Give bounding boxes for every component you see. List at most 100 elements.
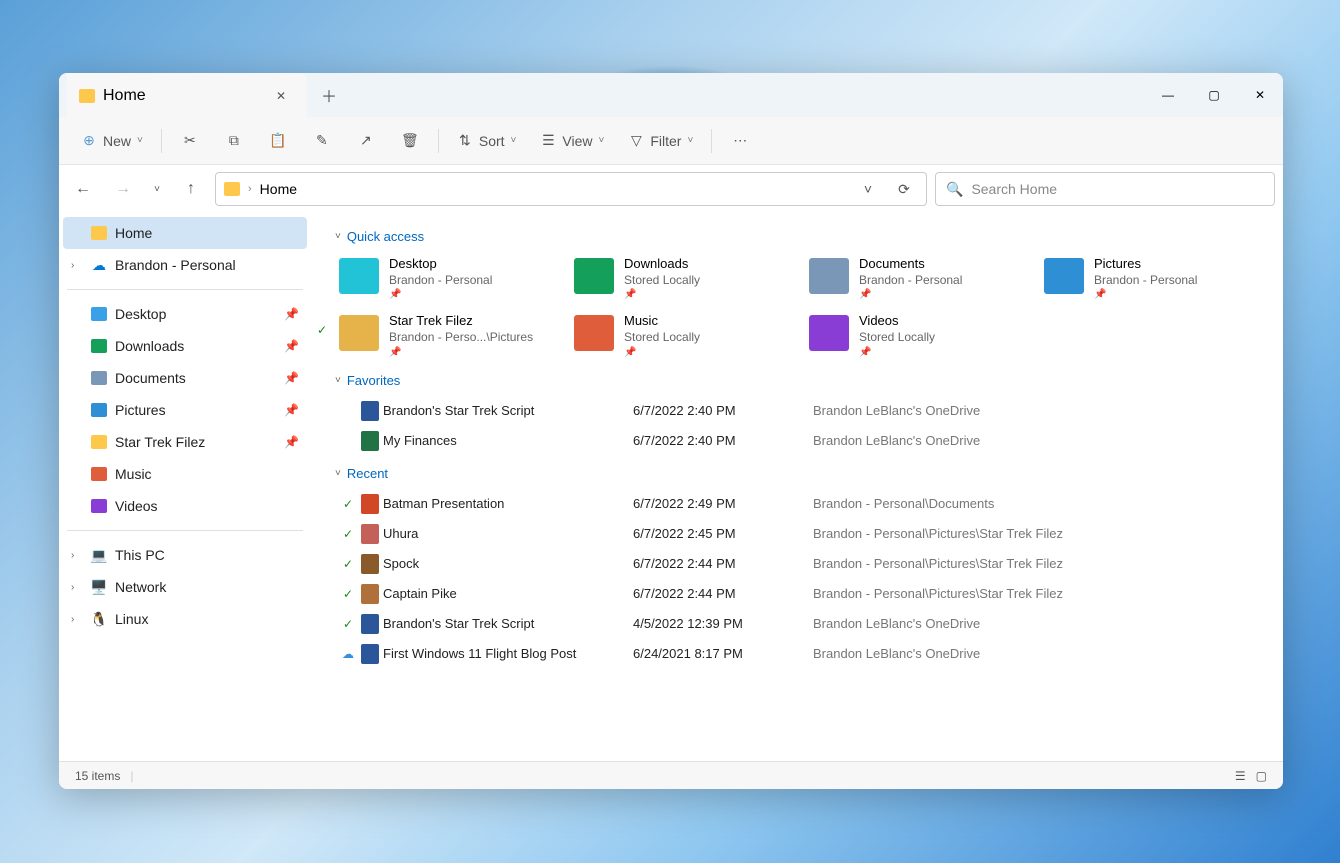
delete-button[interactable]: 🗑 <box>390 123 430 159</box>
section-recent[interactable]: ˅ Recent <box>335 466 1263 481</box>
separator: | <box>130 769 133 783</box>
folder-icon <box>574 258 614 294</box>
share-button[interactable]: ↗ <box>346 123 386 159</box>
sync-status-icon: ✓ <box>335 587 361 601</box>
folder-icon <box>574 315 614 351</box>
view-button[interactable]: ☰ View ˅ <box>530 123 614 159</box>
quick-access-item[interactable]: ✓Star Trek FilezBrandon - Perso...\Pictu… <box>335 309 558 362</box>
item-name: Videos <box>859 313 935 330</box>
file-row[interactable]: My Finances 6/7/2022 2:40 PM Brandon LeB… <box>335 426 1263 456</box>
forward-button[interactable]: → <box>107 173 139 205</box>
sync-status-icon: ✓ <box>335 617 361 631</box>
chevron-right-icon[interactable]: › <box>71 550 74 561</box>
filter-label: Filter <box>650 133 681 149</box>
sidebar-item[interactable]: Music <box>63 458 307 490</box>
folder-icon <box>91 371 107 385</box>
separator <box>438 129 439 153</box>
file-row[interactable]: ☁ First Windows 11 Flight Blog Post 6/24… <box>335 639 1263 669</box>
sort-icon: ⇅ <box>457 133 473 149</box>
back-button[interactable]: ← <box>67 173 99 205</box>
sidebar-item[interactable]: Desktop📌 <box>63 298 307 330</box>
search-box[interactable]: 🔍 Search Home <box>935 172 1275 206</box>
statusbar: 15 items | ☰ ▢ <box>59 761 1283 789</box>
file-type-icon <box>361 401 379 421</box>
sync-status-icon: ✓ <box>335 497 361 511</box>
file-row[interactable]: ✓ Uhura 6/7/2022 2:45 PM Brandon - Perso… <box>335 519 1263 549</box>
chevron-right-icon[interactable]: › <box>71 614 74 625</box>
cut-button[interactable]: ✂ <box>170 123 210 159</box>
section-favorites[interactable]: ˅ Favorites <box>335 373 1263 388</box>
sidebar-item[interactable]: ›🖥️Network <box>63 571 307 603</box>
refresh-button[interactable]: ⟳ <box>890 181 918 198</box>
thumbnails-view-button[interactable]: ▢ <box>1256 769 1267 783</box>
pin-icon: 📌 <box>284 435 299 449</box>
address-bar[interactable]: › Home ˅ ⟳ <box>215 172 927 206</box>
toolbar: ⊕ New ˅ ✂ ⧉ 📋 ✎ ↗ 🗑 ⇅ Sort ˅ ☰ View ˅ ▽ … <box>59 117 1283 165</box>
chevron-right-icon[interactable]: › <box>71 260 74 271</box>
chevron-down-icon: ˅ <box>687 135 693 146</box>
tab-close-button[interactable]: ✕ <box>267 82 295 110</box>
sidebar-home-label: Home <box>115 225 152 241</box>
rename-button[interactable]: ✎ <box>302 123 342 159</box>
quick-access-item[interactable]: DesktopBrandon - Personal📌 <box>335 252 558 305</box>
item-count: 15 items <box>75 769 120 783</box>
address-dropdown[interactable]: ˅ <box>854 181 882 197</box>
sidebar-item[interactable]: Videos <box>63 490 307 522</box>
file-row[interactable]: ✓ Spock 6/7/2022 2:44 PM Brandon - Perso… <box>335 549 1263 579</box>
file-type-icon <box>361 614 379 634</box>
sidebar-item[interactable]: ›💻This PC <box>63 539 307 571</box>
file-type-icon <box>361 524 379 544</box>
breadcrumb-separator: › <box>248 183 252 195</box>
file-row[interactable]: ✓ Captain Pike 6/7/2022 2:44 PM Brandon … <box>335 579 1263 609</box>
breadcrumb-location: Home <box>260 181 297 197</box>
chevron-down-icon: ˅ <box>335 468 341 479</box>
trash-icon: 🗑 <box>402 133 418 149</box>
titlebar: Home ✕ ＋ — ▢ ✕ <box>59 73 1283 117</box>
details-view-button[interactable]: ☰ <box>1235 769 1246 783</box>
section-quick-access[interactable]: ˅ Quick access <box>335 229 1263 244</box>
up-button[interactable]: ↑ <box>175 173 207 205</box>
quick-access-item[interactable]: VideosStored Locally📌 <box>805 309 1028 362</box>
sidebar-item[interactable]: Star Trek Filez📌 <box>63 426 307 458</box>
file-type-icon <box>361 554 379 574</box>
section-recent-label: Recent <box>347 466 388 481</box>
sidebar-home[interactable]: Home <box>63 217 307 249</box>
quick-access-item[interactable]: MusicStored Locally📌 <box>570 309 793 362</box>
sidebar-item[interactable]: Documents📌 <box>63 362 307 394</box>
new-button[interactable]: ⊕ New ˅ <box>71 123 153 159</box>
sidebar-item[interactable]: Downloads📌 <box>63 330 307 362</box>
quick-access-item[interactable]: DocumentsBrandon - Personal📌 <box>805 252 1028 305</box>
copy-button[interactable]: ⧉ <box>214 123 254 159</box>
quick-access-item[interactable]: DownloadsStored Locally📌 <box>570 252 793 305</box>
filter-button[interactable]: ▽ Filter ˅ <box>618 123 703 159</box>
sidebar-onedrive[interactable]: › ☁ Brandon - Personal <box>63 249 307 281</box>
sidebar-item-label: Pictures <box>115 402 166 418</box>
file-date: 6/7/2022 2:49 PM <box>633 496 813 511</box>
close-button[interactable]: ✕ <box>1237 73 1283 117</box>
sidebar-item[interactable]: ›🐧Linux <box>63 603 307 635</box>
pin-icon: 📌 <box>389 288 492 301</box>
share-icon: ↗ <box>358 133 374 149</box>
chevron-right-icon[interactable]: › <box>71 582 74 593</box>
new-tab-button[interactable]: ＋ <box>311 73 347 117</box>
system-icon: 💻 <box>91 547 107 563</box>
minimize-button[interactable]: — <box>1145 73 1191 117</box>
file-row[interactable]: Brandon's Star Trek Script 6/7/2022 2:40… <box>335 396 1263 426</box>
quick-access-item[interactable]: PicturesBrandon - Personal📌 <box>1040 252 1263 305</box>
file-row[interactable]: ✓ Brandon's Star Trek Script 4/5/2022 12… <box>335 609 1263 639</box>
recent-locations-button[interactable]: ˅ <box>147 173 167 205</box>
file-date: 6/7/2022 2:40 PM <box>633 403 813 418</box>
home-icon <box>79 88 95 104</box>
tab-home[interactable]: Home ✕ <box>67 73 307 117</box>
paste-button[interactable]: 📋 <box>258 123 298 159</box>
section-quick-label: Quick access <box>347 229 424 244</box>
file-date: 6/7/2022 2:44 PM <box>633 556 813 571</box>
file-location: Brandon - Personal\Documents <box>813 496 1263 511</box>
more-button[interactable]: ⋯ <box>720 123 760 159</box>
file-row[interactable]: ✓ Batman Presentation 6/7/2022 2:49 PM B… <box>335 489 1263 519</box>
maximize-button[interactable]: ▢ <box>1191 73 1237 117</box>
sort-button[interactable]: ⇅ Sort ˅ <box>447 123 527 159</box>
item-name: Pictures <box>1094 256 1197 273</box>
sidebar-item[interactable]: Pictures📌 <box>63 394 307 426</box>
item-name: Documents <box>859 256 962 273</box>
